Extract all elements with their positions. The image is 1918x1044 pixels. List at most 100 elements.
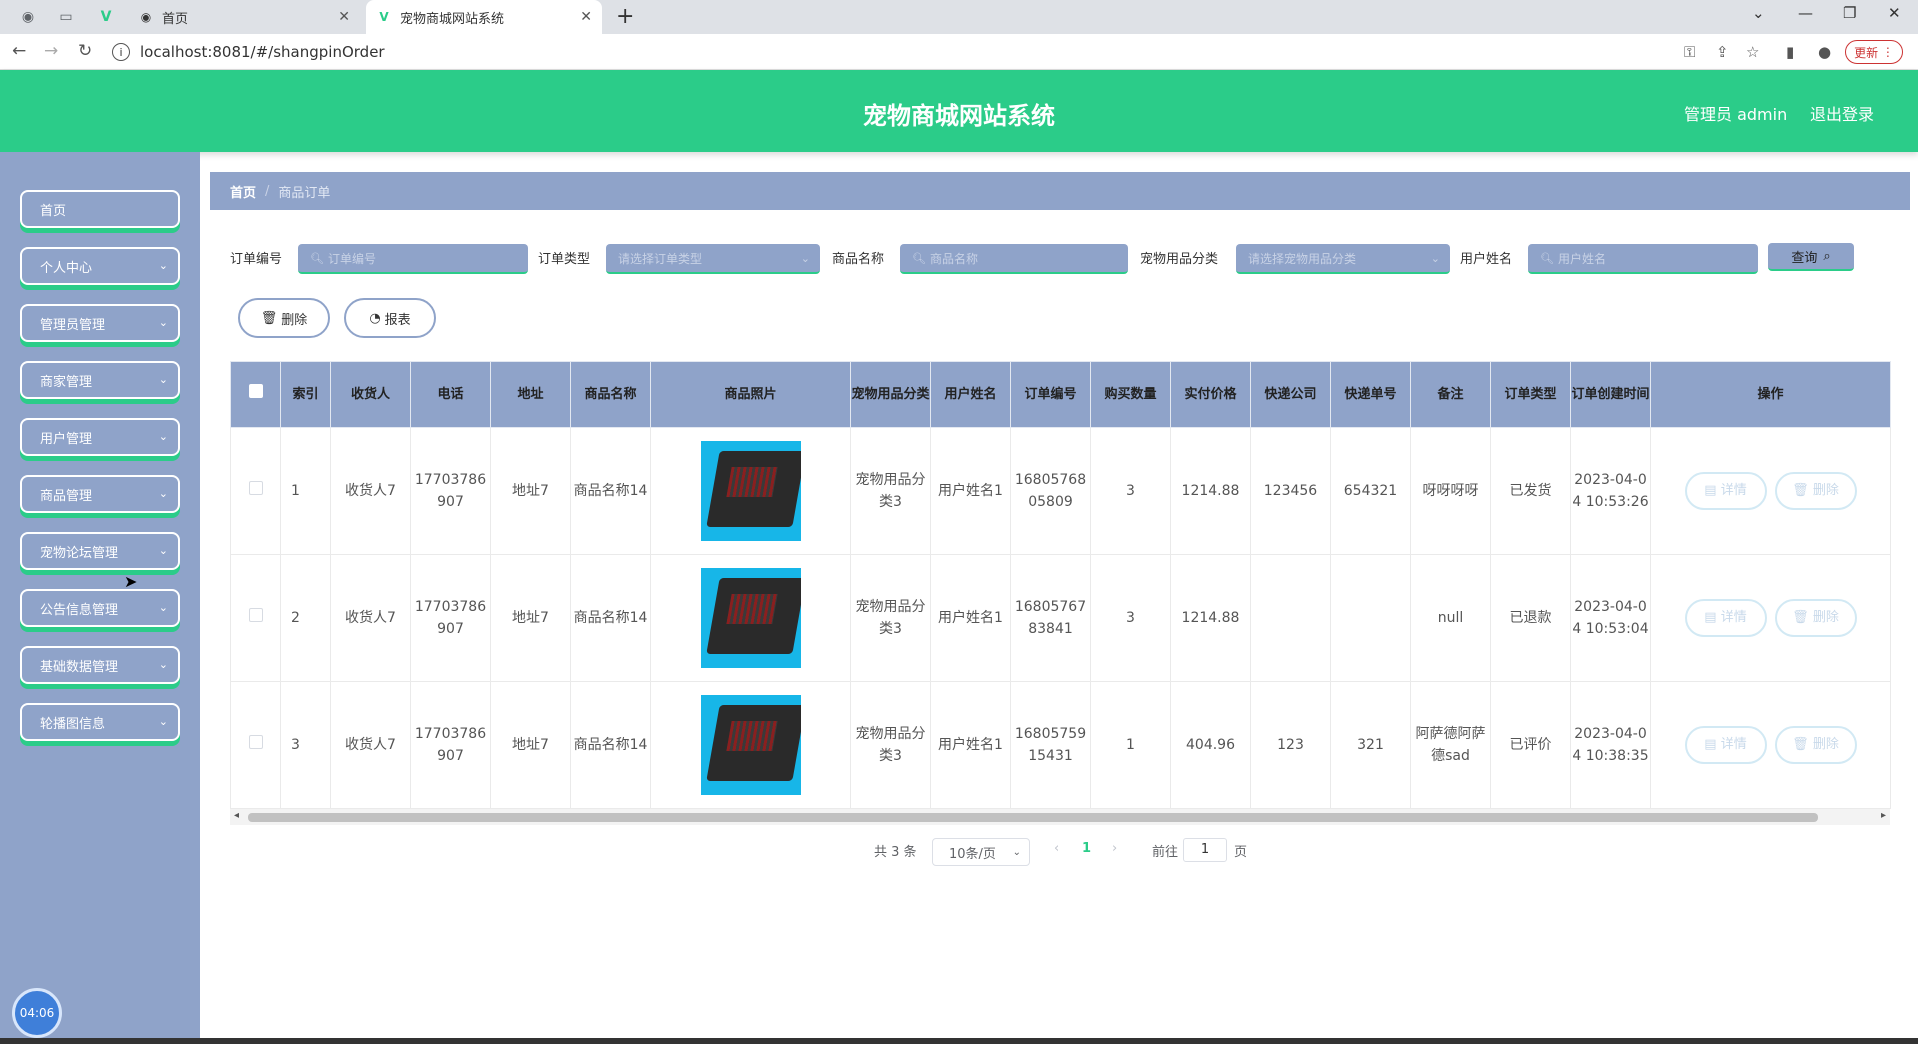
query-button[interactable]: 查询 ⌕ <box>1768 243 1854 271</box>
browser-tab-bar: ◉ ▭ V ◉ 首页 ✕ V 宠物商城网站系统 ✕ + ⌄ — ❐ ✕ <box>0 0 1918 34</box>
profile-icon[interactable]: ● <box>1818 43 1831 61</box>
report-button[interactable]: ◔ 报表 <box>344 298 436 338</box>
cell-phone: 17703786907 <box>410 427 491 555</box>
address-bar[interactable]: i localhost:8081/#/shangpinOrder <box>112 39 385 65</box>
sidebar-item-personal[interactable]: 个人中心 ⌄ <box>20 247 180 285</box>
sidepanel-icon[interactable]: ▮ <box>1786 43 1794 61</box>
restore-icon[interactable]: ❐ <box>1843 4 1856 22</box>
sidebar-item-label: 个人中心 <box>40 260 93 276</box>
search-label-order-type: 订单类型 <box>538 252 591 267</box>
taskbar-edge <box>0 1038 1918 1044</box>
back-icon[interactable]: ← <box>12 41 26 61</box>
sidebar-item-users[interactable]: 用户管理 ⌄ <box>20 418 180 456</box>
row-select-cell <box>230 427 281 555</box>
url-text: localhost:8081/#/shangpinOrder <box>140 43 385 61</box>
cell-remark: null <box>1410 554 1491 682</box>
row-delete-button[interactable]: 🗑︎ 删除 <box>1774 726 1857 764</box>
star-icon[interactable]: ☆ <box>1746 43 1759 61</box>
product-photo[interactable] <box>700 695 801 795</box>
site-title: 宠物商城网站系统 <box>863 102 1055 130</box>
table-scrollbar[interactable]: ◂ ▸ <box>230 809 1890 825</box>
detail-label: 详情 <box>1720 737 1747 752</box>
sidebar-item-carousel[interactable]: 轮播图信息 ⌄ <box>20 703 180 741</box>
cell-phone: 17703786907 <box>410 554 491 682</box>
scroll-left-icon[interactable]: ◂ <box>234 810 239 821</box>
order-type-select[interactable]: 请选择订单类型 ⌄ <box>606 244 820 274</box>
sidebar-item-merchants[interactable]: 商家管理 ⌄ <box>20 361 180 399</box>
order-no-input[interactable]: 🔍︎ 订单编号 <box>298 244 528 274</box>
vue-tab-icon[interactable]: V <box>94 6 118 28</box>
column-header: 索引 <box>280 361 331 428</box>
next-page-icon[interactable]: › <box>1112 841 1117 856</box>
detail-button[interactable]: ▤ 详情 <box>1684 599 1767 637</box>
close-icon[interactable]: ✕ <box>580 9 592 25</box>
new-tab-icon[interactable]: + <box>616 4 634 29</box>
username-input[interactable]: 🔍︎ 用户姓名 <box>1528 244 1758 274</box>
minimize-icon[interactable]: — <box>1798 4 1813 22</box>
search-icon: ⌕ <box>1823 248 1831 264</box>
sidebar-item-admins[interactable]: 管理员管理 ⌄ <box>20 304 180 342</box>
row-checkbox[interactable] <box>248 608 263 622</box>
select-all-checkbox[interactable] <box>248 384 263 398</box>
info-icon[interactable]: i <box>112 43 130 61</box>
row-delete-button[interactable]: 🗑︎ 删除 <box>1774 472 1857 510</box>
close-icon[interactable]: ✕ <box>338 9 350 25</box>
delete-label: 删除 <box>1812 483 1839 498</box>
clock-badge: 04:06 <box>12 988 62 1038</box>
scrollbar-thumb[interactable] <box>248 813 1818 822</box>
tab-search-icon[interactable]: ⌄ <box>1752 4 1765 22</box>
product-name-input[interactable]: 🔍︎ 商品名称 <box>900 244 1128 274</box>
close-window-icon[interactable]: ✕ <box>1888 4 1901 22</box>
prev-page-icon[interactable]: ‹ <box>1054 841 1059 856</box>
sidebar-item-products[interactable]: 商品管理 ⌄ <box>20 475 180 513</box>
tab-active[interactable]: V 宠物商城网站系统 ✕ <box>366 0 602 34</box>
detail-label: 详情 <box>1720 610 1747 625</box>
row-checkbox[interactable] <box>248 735 263 749</box>
sidebar-item-label: 公告信息管理 <box>40 602 119 618</box>
cell-product: 商品名称14 <box>570 554 651 682</box>
trash-icon: 🗑︎ <box>1792 483 1813 498</box>
sidebar-item-home[interactable]: 首页 <box>20 190 180 228</box>
breadcrumb-home[interactable]: 首页 <box>230 182 256 201</box>
scroll-right-icon[interactable]: ▸ <box>1881 810 1886 821</box>
delete-button[interactable]: 🗑︎ 删除 <box>238 298 330 338</box>
orders-table: 索引 收货人 电话 地址 商品名称 商品照片 宠物用品分类 用户姓名 订单编号 … <box>230 361 1891 809</box>
detail-button[interactable]: ▤ 详情 <box>1684 726 1767 764</box>
forward-icon[interactable]: → <box>44 41 58 61</box>
table-row: 2 收货人7 17703786907 地址7 商品名称14 宠物用品分类3 用户… <box>230 554 1891 682</box>
category-select[interactable]: 请选择宠物用品分类 ⌄ <box>1236 244 1450 274</box>
cell-created: 2023-04-04 10:53:04 <box>1570 554 1651 682</box>
cell-product: 商品名称14 <box>570 681 651 809</box>
detail-button[interactable]: ▤ 详情 <box>1684 472 1767 510</box>
cell-tracking: 321 <box>1330 681 1411 809</box>
page-size-label: 10条/页 <box>949 846 996 862</box>
update-button[interactable]: 更新 ⋮ <box>1845 40 1903 64</box>
sidebar-item-notices[interactable]: 公告信息管理 ⌄ <box>20 589 180 627</box>
logout-link[interactable]: 退出登录 <box>1810 101 1874 125</box>
row-checkbox[interactable] <box>248 481 263 495</box>
key-icon[interactable]: ⚿ <box>1684 43 1695 61</box>
table-row: 3 收货人7 17703786907 地址7 商品名称14 宠物用品分类3 用户… <box>230 681 1891 809</box>
tab-home[interactable]: ◉ 首页 ✕ <box>128 0 360 34</box>
row-delete-button[interactable]: 🗑︎ 删除 <box>1774 599 1857 637</box>
sidebar-item-forum[interactable]: 宠物论坛管理 ⌄ <box>20 532 180 570</box>
sidebar-item-label: 首页 <box>40 203 67 219</box>
product-photo[interactable] <box>700 441 801 541</box>
chevron-down-icon: ⌄ <box>158 544 168 557</box>
sidebar-item-basedata[interactable]: 基础数据管理 ⌄ <box>20 646 180 684</box>
product-photo[interactable] <box>700 568 801 668</box>
pinned-tab-icon[interactable]: ▭ <box>54 6 78 28</box>
search-icon: 🔍︎ <box>310 251 324 265</box>
share-icon[interactable]: ⇪ <box>1716 43 1729 61</box>
chevron-down-icon: ⌄ <box>158 373 168 386</box>
reload-icon[interactable]: ↻ <box>78 41 92 61</box>
update-label: 更新 <box>1854 45 1879 60</box>
goto-page-input[interactable]: 1 <box>1183 838 1227 862</box>
page-size-select[interactable]: 10条/页 ⌄ <box>932 838 1030 866</box>
cell-tracking <box>1330 554 1411 682</box>
cell-courier: 123 <box>1250 681 1331 809</box>
pinned-tab-icon[interactable]: ◉ <box>16 6 40 28</box>
select-all-cell <box>230 361 281 428</box>
page-number[interactable]: 1 <box>1082 841 1091 856</box>
column-header: 收货人 <box>330 361 411 428</box>
